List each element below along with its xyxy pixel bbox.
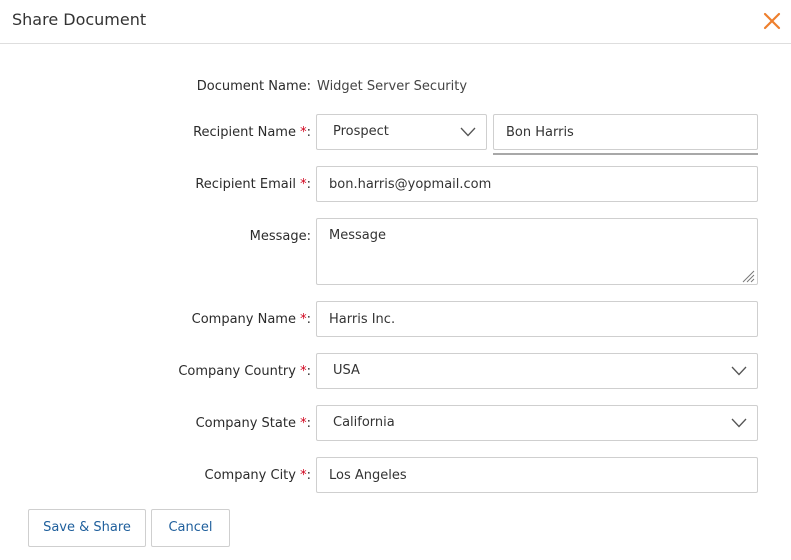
chevron-down-icon [731,417,747,429]
dialog-title: Share Document [12,10,147,29]
recipient-type-value: Prospect [333,124,389,139]
share-document-dialog: Share Document Document Name: Widget Ser… [0,0,791,560]
document-name-value: Widget Server Security [317,79,468,94]
company-city-input[interactable] [316,457,758,493]
recipient-name-label: Recipient Name *: [193,125,311,140]
document-name-label: Document Name: [196,79,311,94]
company-state-value: California [333,415,395,430]
chevron-down-icon [460,126,476,138]
message-textarea[interactable] [316,218,758,285]
company-name-input[interactable] [316,301,758,337]
recipient-email-input[interactable] [316,166,758,202]
company-name-label: Company Name *: [191,312,311,327]
company-country-value: USA [333,363,360,378]
recipient-name-underline [493,153,758,155]
chevron-down-icon [731,365,747,377]
company-country-label: Company Country *: [178,364,311,379]
resize-grip-icon[interactable] [741,268,755,283]
close-icon[interactable] [762,11,782,31]
message-label: Message: [249,229,311,244]
company-state-label: Company State *: [195,416,311,431]
company-state-select[interactable]: California [316,405,758,441]
recipient-name-input[interactable] [493,114,758,150]
company-city-label: Company City *: [204,468,311,483]
recipient-email-label: Recipient Email *: [195,177,311,192]
company-country-select[interactable]: USA [316,353,758,389]
dialog-header: Share Document [0,0,791,44]
recipient-type-select[interactable]: Prospect [316,114,487,150]
save-and-share-button[interactable]: Save & Share [28,509,146,547]
cancel-button[interactable]: Cancel [151,509,230,547]
